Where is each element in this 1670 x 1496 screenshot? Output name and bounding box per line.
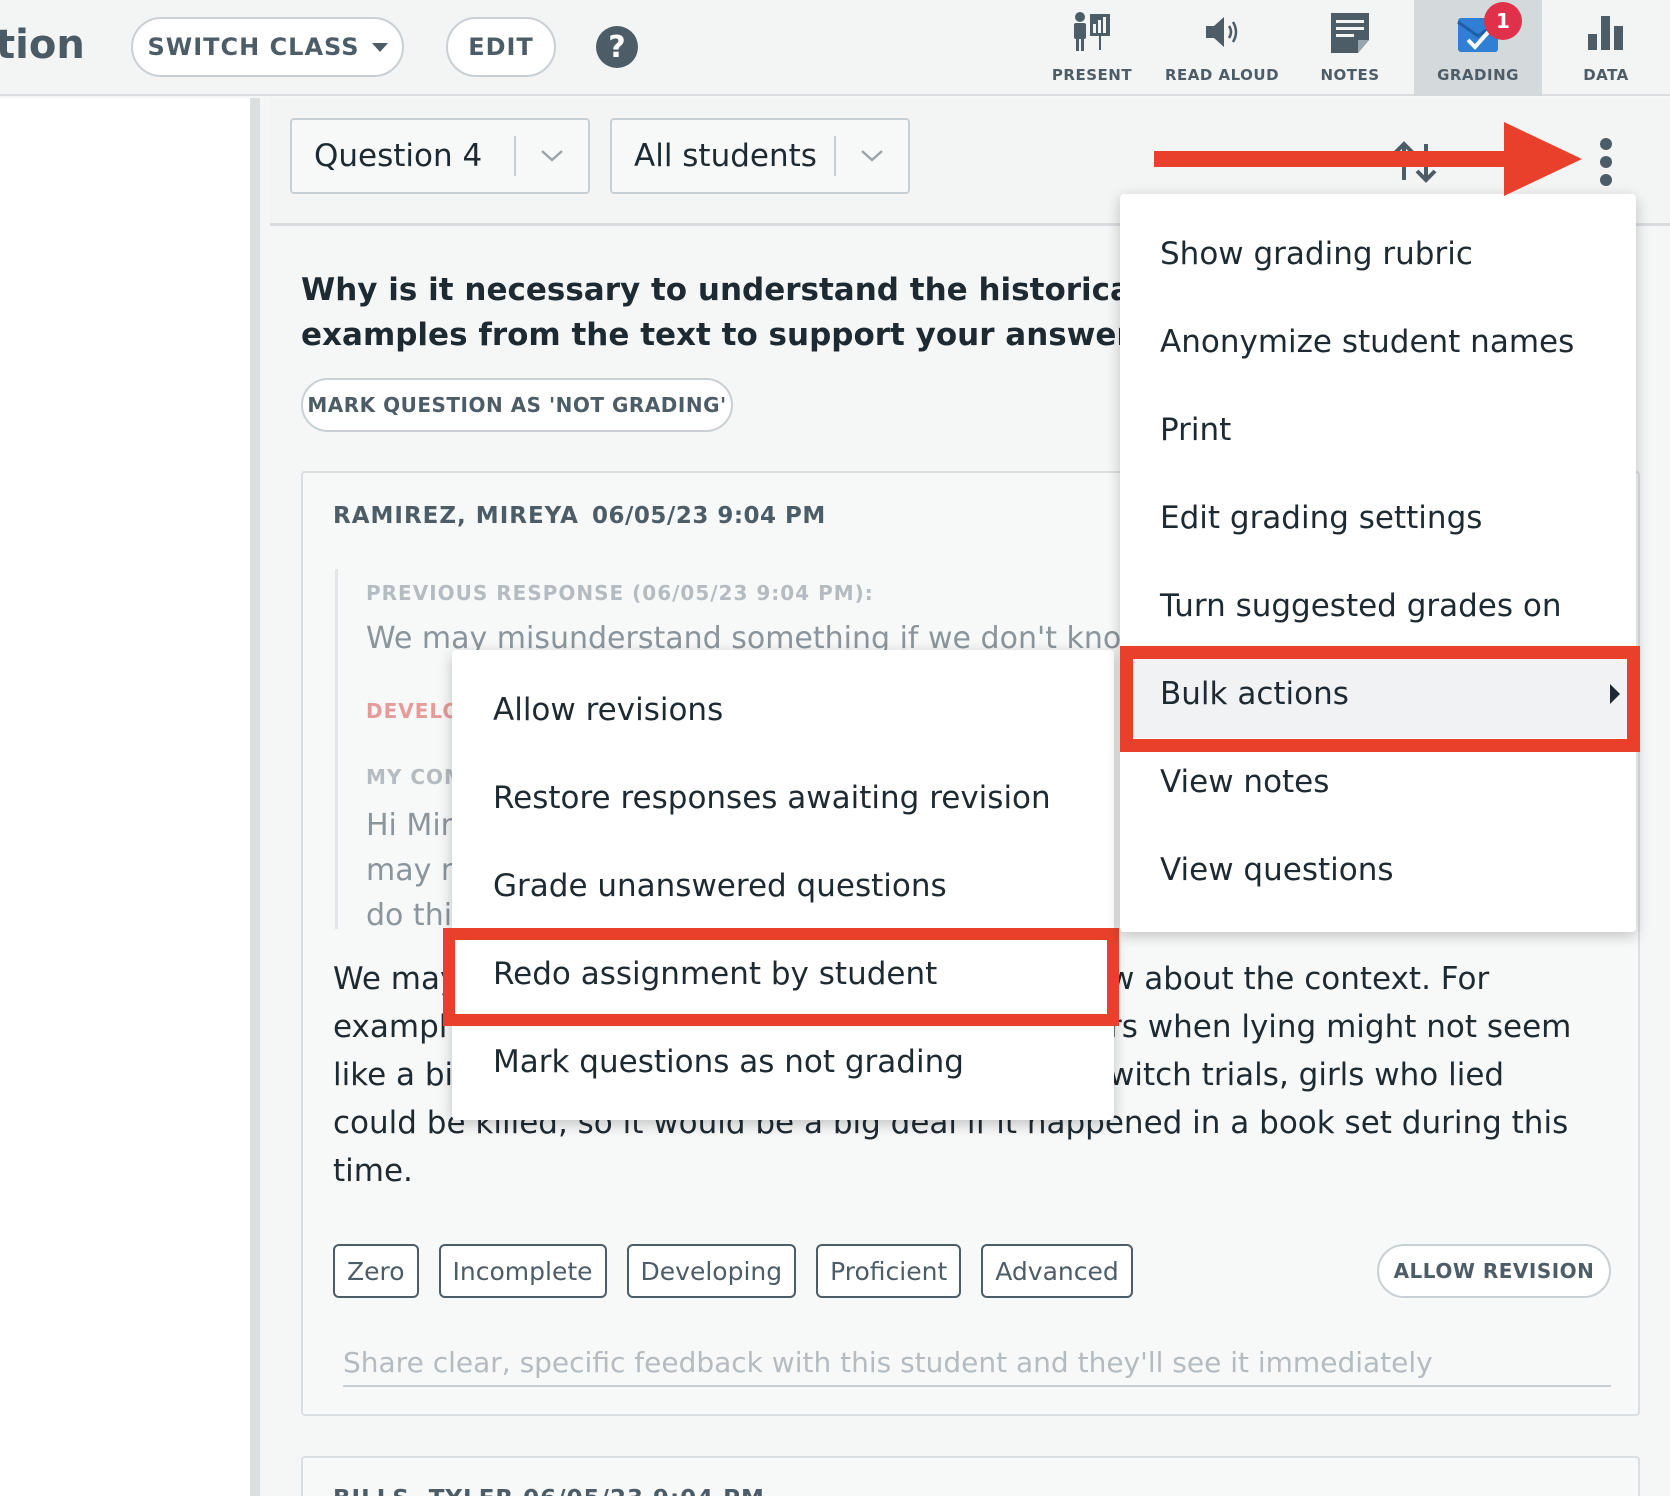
menu-bulk-actions[interactable]: Bulk actions — [1120, 650, 1636, 738]
chevron-down-icon — [836, 148, 908, 164]
notes-icon — [1331, 13, 1369, 53]
top-bar: tion SWITCH CLASS EDIT ? PRESENT READ AL… — [0, 0, 1670, 96]
switch-class-button[interactable]: SWITCH CLASS — [131, 17, 404, 77]
grade-advanced-button[interactable]: Advanced — [981, 1244, 1133, 1298]
switch-class-label: SWITCH CLASS — [147, 33, 360, 61]
question-select[interactable]: Question 4 — [290, 118, 590, 194]
question-select-value: Question 4 — [314, 138, 483, 174]
present-icon — [1074, 12, 1110, 51]
caret-right-icon — [1610, 684, 1620, 704]
more-options-icon[interactable] — [1600, 138, 1614, 192]
previous-response-label: PREVIOUS RESPONSE (06/05/23 9:04 PM): — [366, 581, 874, 605]
tool-present[interactable]: PRESENT — [1028, 0, 1156, 96]
tool-data-label: DATA — [1583, 66, 1629, 84]
annotation-arrow-icon — [1154, 122, 1582, 196]
answer-line: time. — [333, 1153, 413, 1189]
submenu-allow-revisions[interactable]: Allow revisions — [452, 666, 1114, 754]
tool-data[interactable]: DATA — [1542, 0, 1670, 96]
tool-read-aloud[interactable]: READ ALOUD — [1157, 0, 1287, 96]
notification-badge: 1 — [1484, 2, 1522, 40]
speaker-icon — [1206, 17, 1238, 47]
my-comment-label: MY COM — [366, 765, 465, 789]
submenu-redo-assignment[interactable]: Redo assignment by student — [452, 930, 1114, 1018]
grade-options: Zero Incomplete Developing Proficient Ad… — [333, 1244, 1133, 1298]
answer-line: witch trials, girls who lied — [1109, 1057, 1505, 1093]
students-select-value: All students — [634, 138, 817, 174]
mark-not-grading-button[interactable]: MARK QUESTION AS 'NOT GRADING' — [301, 378, 733, 432]
menu-print[interactable]: Print — [1120, 386, 1636, 474]
grade-zero-button[interactable]: Zero — [333, 1244, 419, 1298]
student-name: RAMIREZ, MIREYA — [333, 503, 579, 529]
grade-developing-button[interactable]: Developing — [626, 1244, 797, 1298]
bar-chart-icon — [1588, 16, 1623, 50]
menu-anonymize[interactable]: Anonymize student names — [1120, 298, 1636, 386]
answer-line: w about the context. For — [1109, 961, 1490, 997]
bulk-actions-submenu: Allow revisions Restore responses awaiti… — [452, 650, 1114, 1120]
menu-show-rubric[interactable]: Show grading rubric — [1120, 210, 1636, 298]
tool-grading-label: GRADING — [1437, 66, 1519, 84]
previous-grade-label: DEVELO — [366, 699, 461, 723]
tool-notes-label: NOTES — [1320, 66, 1380, 84]
response-card: BILLS, TYLER 06/05/23 9:04 PM — [301, 1456, 1640, 1496]
menu-view-notes[interactable]: View notes — [1120, 738, 1636, 826]
menu-view-questions[interactable]: View questions — [1120, 826, 1636, 914]
answer-line: rs when lying might not seem — [1109, 1009, 1572, 1045]
submenu-mark-not-grading[interactable]: Mark questions as not grading — [452, 1018, 1114, 1106]
more-options-menu: Show grading rubric Anonymize student na… — [1120, 194, 1636, 932]
response-date: 06/05/23 9:04 PM — [592, 503, 826, 529]
submenu-restore-responses[interactable]: Restore responses awaiting revision — [452, 754, 1114, 842]
menu-edit-settings[interactable]: Edit grading settings — [1120, 474, 1636, 562]
tool-notes[interactable]: NOTES — [1286, 0, 1414, 96]
submenu-grade-unanswered[interactable]: Grade unanswered questions — [452, 842, 1114, 930]
edit-button[interactable]: EDIT — [446, 17, 556, 77]
allow-revision-button[interactable]: ALLOW REVISION — [1377, 1244, 1611, 1298]
menu-suggested-grades[interactable]: Turn suggested grades on — [1120, 562, 1636, 650]
help-icon[interactable]: ? — [596, 26, 638, 68]
feedback-input[interactable] — [343, 1339, 1611, 1387]
tool-grading[interactable]: 1 GRADING — [1414, 0, 1542, 96]
tool-present-label: PRESENT — [1051, 66, 1133, 84]
students-select[interactable]: All students — [610, 118, 910, 194]
caret-down-icon — [371, 42, 388, 52]
student-answer-right: w about the context. For rs when lying m… — [1109, 955, 1571, 1099]
student-name: BILLS, TYLER 06/05/23 9:04 PM — [333, 1486, 765, 1496]
grade-proficient-button[interactable]: Proficient — [816, 1244, 962, 1298]
menu-bulk-actions-label: Bulk actions — [1160, 676, 1349, 712]
grade-incomplete-button[interactable]: Incomplete — [438, 1244, 607, 1298]
left-panel — [0, 98, 260, 1496]
tool-read-aloud-label: READ ALOUD — [1164, 66, 1280, 84]
app-title: tion — [0, 22, 85, 68]
chevron-down-icon — [516, 148, 588, 164]
